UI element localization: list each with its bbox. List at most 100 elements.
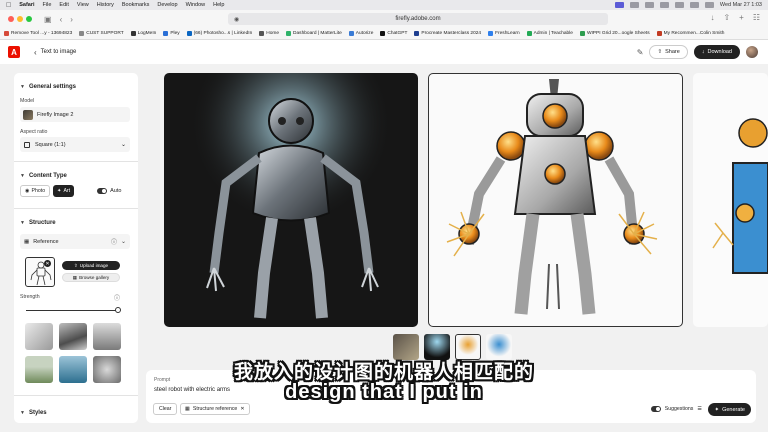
gallery-icon: ▦ [72,274,78,280]
chevron-down-icon: ⌄ [120,142,126,148]
structure-gallery-thumbnail[interactable] [59,323,87,350]
info-icon[interactable]: ⓘ [114,293,120,302]
strength-slider-thumb[interactable] [115,307,121,313]
clear-button[interactable]: Clear [153,403,178,415]
strength-slider[interactable] [26,310,118,311]
apple-icon[interactable]:  [6,2,11,9]
suggestions-label: Suggestions [664,406,694,412]
bookmark[interactable]: (66) Photosho...s | LinkedIn [186,31,252,36]
wifi-icon[interactable] [674,2,684,8]
menu-app-name[interactable]: Safari [19,2,34,8]
zoom-window-button[interactable] [26,16,32,22]
bookmark[interactable]: CUST SUPPORT [79,31,124,36]
bookmark[interactable]: Remove Tool ...y - 13694823 [4,31,72,36]
structure-gallery-thumbnail[interactable] [93,323,121,350]
reference-icon: ▦ [24,238,30,245]
close-icon[interactable]: ✕ [240,406,244,412]
chevron-down-icon[interactable]: ⌄ [121,238,126,245]
aspect-ratio-dropdown[interactable]: Square (1:1) ⌄ [20,137,130,152]
generated-image-2[interactable] [428,73,683,327]
bookmark[interactable]: Dashboard | MatterLite [286,31,342,36]
favicon-icon [163,31,169,36]
generate-button[interactable]: ✦ Generate [708,403,751,416]
share-icon[interactable]: ⇧ [723,13,730,22]
address-bar[interactable]: ◉ firefly.adobe.com [228,13,608,25]
menu-bookmarks[interactable]: Bookmarks [122,2,150,8]
menu-history[interactable]: History [97,2,114,8]
tab-overview-icon[interactable]: ☷ [753,13,760,22]
info-icon[interactable]: ⓘ [111,237,117,246]
divider [14,161,138,162]
bookmark[interactable]: Admin | Teachable [526,31,573,36]
art-button[interactable]: ✦ Art [53,185,75,197]
bookmark[interactable]: WIPPI Grid 20...oogle Sheets [579,31,650,36]
settings-sliders-icon[interactable]: ☰ [697,406,702,412]
menu-view[interactable]: View [77,2,89,8]
bookmark[interactable]: FreshLearn [488,31,520,36]
favicon-icon [286,31,292,36]
back-arrow-icon[interactable]: ‹ [60,15,63,24]
structure-gallery-thumbnail[interactable] [25,323,53,350]
favicon-icon [579,31,585,36]
art-icon: ✦ [57,188,62,194]
menu-edit[interactable]: Edit [59,2,68,8]
general-settings-header[interactable]: ▼ General settings [14,84,82,90]
bluetooth-icon[interactable] [659,2,669,8]
share-button[interactable]: ⇧ Share [649,45,688,59]
bookmark[interactable]: Procreate Masterclass 2024 [414,31,481,36]
display-icon[interactable] [644,2,654,8]
photo-button[interactable]: ◉ Photo [20,185,51,197]
camera-icon[interactable] [629,2,639,8]
reference-row[interactable]: ▦ Reference ⓘ ⌄ [20,234,130,249]
menu-develop[interactable]: Develop [157,2,177,8]
sidebar-toggle-icon[interactable]: ▣ [44,15,52,24]
upload-image-button[interactable]: ⇧ Upload image [62,261,120,270]
chat-icon[interactable]: ✎ [637,48,644,57]
browse-gallery-button[interactable]: ▦ Browse gallery [62,273,120,282]
bookmark[interactable]: Pley [163,31,180,36]
remove-reference-button[interactable]: ✕ [44,260,51,267]
subtitle-chinese: 我放入的设计图的机器人相匹配的 [233,362,534,383]
menubar-datetime[interactable]: Wed Mar 27 1:03 [720,2,762,8]
structure-reference-chip[interactable]: ▦ Structure reference ✕ [180,403,250,415]
menu-window[interactable]: Window [186,2,206,8]
forward-arrow-icon[interactable]: › [70,15,73,24]
close-window-button[interactable] [8,16,14,22]
suggestions-toggle[interactable] [650,406,661,412]
control-center-icon[interactable] [704,2,714,8]
content-type-header[interactable]: ▼ Content Type [14,173,73,179]
structure-header[interactable]: ▼ Structure [14,220,62,226]
back-chevron-icon[interactable]: ‹ [34,48,37,57]
adobe-logo[interactable]: A [8,46,20,58]
search-icon[interactable] [689,2,699,8]
download-icon[interactable]: ↓ [710,13,714,22]
model-selector[interactable]: Firefly Image 2 [20,107,130,122]
bookmark[interactable]: ChatGPT [380,31,407,36]
auto-label: Auto [110,188,122,194]
menu-help[interactable]: Help [213,2,224,8]
styles-header[interactable]: ▼ Styles [14,410,53,416]
avatar[interactable] [746,46,758,58]
bookmark[interactable]: My Recommen...Colin Smith [656,31,724,36]
upload-icon: ⇧ [73,262,78,268]
chevron-down-icon: ▼ [20,410,25,416]
page-title[interactable]: Text to image [41,49,77,55]
window-controls [8,16,32,22]
bookmark[interactable]: LogMeIn [130,31,156,36]
auto-toggle[interactable] [97,188,108,194]
divider [14,208,138,209]
content-type-row: ◉ Photo ✦ Art Auto [14,185,127,197]
menu-file[interactable]: File [43,2,52,8]
site-icon: ◉ [234,16,240,23]
robot-light-artwork [446,79,658,315]
generated-image-3[interactable] [693,73,768,327]
minimize-window-button[interactable] [17,16,23,22]
generated-image-1[interactable] [164,73,418,327]
bookmark[interactable]: Autorize [348,31,373,36]
screen-record-icon[interactable] [614,2,624,8]
download-button[interactable]: ↓ Download [693,45,740,59]
bookmark[interactable]: Home [259,31,279,36]
chevron-down-icon: ▼ [20,84,25,90]
header-actions: ✎ ⇧ Share ↓ Download [637,45,758,59]
new-tab-icon[interactable]: + [739,13,744,22]
